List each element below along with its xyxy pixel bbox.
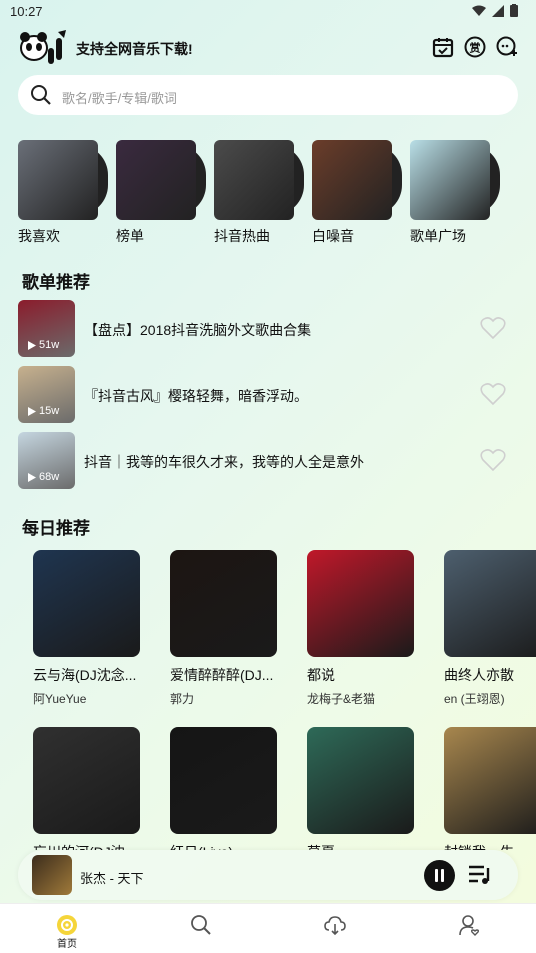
song-artist: 郭力 <box>170 692 195 706</box>
playlist-title: 『抖音古风』樱珞轻舞，暗香浮动。 <box>84 388 308 404</box>
playlist-row[interactable]: 15w 『抖音古风』樱珞轻舞，暗香浮动。 <box>18 366 518 432</box>
quick-link-label: 白噪音 <box>312 228 354 244</box>
app-header: 支持全网音乐下载! 赏 <box>0 28 536 68</box>
section-title-daily: 每日推荐 <box>22 519 90 538</box>
play-icon <box>28 406 36 416</box>
favorite-heart-icon[interactable] <box>480 448 506 472</box>
now-playing-title[interactable]: 张杰 - 天下 <box>80 868 144 887</box>
song-title: 爱情醉醉醉(DJ... <box>170 667 274 683</box>
wifi-icon <box>472 5 486 16</box>
quick-link-label: 歌单广场 <box>410 228 466 244</box>
status-bar: 10:27 <box>0 0 536 24</box>
playlist-cover[interactable]: 15w <box>18 366 75 423</box>
playlist-cover[interactable]: 68w <box>18 432 75 489</box>
tab-home-label: 首页 <box>57 939 77 950</box>
song-cover[interactable] <box>307 550 414 657</box>
song-title: 曲终人亦散 <box>444 667 514 683</box>
now-playing-cover[interactable] <box>32 855 72 895</box>
battery-icon <box>510 4 518 17</box>
tab-search[interactable] <box>134 904 268 953</box>
profile-icon <box>459 915 480 936</box>
song-cover[interactable] <box>33 550 140 657</box>
quick-link-label: 我喜欢 <box>18 228 60 244</box>
mini-player[interactable]: 张杰 - 天下 <box>18 850 518 900</box>
search-placeholder: 歌名/歌手/专辑/歌词 <box>62 91 177 106</box>
quick-link-cover[interactable] <box>312 140 392 220</box>
playlist-queue-icon[interactable] <box>468 864 492 886</box>
app-slogan: 支持全网音乐下载! <box>76 41 193 57</box>
daily-song-card[interactable]: 封锁我一生 <box>444 727 536 850</box>
daily-song-card[interactable]: 莫夏 <box>307 727 444 850</box>
search-icon <box>31 85 51 105</box>
favorite-heart-icon[interactable] <box>480 316 506 340</box>
calendar-check-icon[interactable] <box>432 36 454 58</box>
daily-song-card[interactable]: 云与海(DJ沈念... 阿YueYue <box>33 550 170 707</box>
daily-song-card[interactable]: 都说龙梅子&老猫 <box>307 550 444 707</box>
play-icon <box>28 340 36 350</box>
song-cover[interactable] <box>444 727 536 834</box>
quick-link-cover[interactable] <box>116 140 196 220</box>
quick-link-cover[interactable] <box>410 140 490 220</box>
tab-profile[interactable] <box>402 904 536 953</box>
song-cover[interactable] <box>444 550 536 657</box>
daily-song-card[interactable]: 忘川的河(DJ沈 <box>33 727 170 850</box>
daily-song-card[interactable]: 红日(Live) <box>170 727 307 850</box>
signal-icon <box>492 4 504 17</box>
search-bar[interactable]: 歌名/歌手/专辑/歌词 <box>18 75 518 115</box>
song-title: 封锁我一生 <box>444 842 536 850</box>
play-count-value: 68w <box>39 471 60 483</box>
svg-text:赏: 赏 <box>470 41 481 55</box>
quick-link-label: 抖音热曲 <box>214 228 270 244</box>
song-title: 忘川的河(DJ沈 <box>33 842 140 850</box>
play-count-value: 15w <box>39 405 60 417</box>
favorite-heart-icon[interactable] <box>480 382 506 406</box>
play-count: 68w <box>28 471 59 483</box>
search-icon <box>191 915 211 935</box>
daily-song-card[interactable]: 爱情醉醉醉(DJ... 郭力 <box>170 550 307 707</box>
pause-button[interactable] <box>424 860 455 891</box>
song-title: 红日(Live) <box>170 842 277 850</box>
playlist-title: 【盘点】2018抖音洗脑外文歌曲合集 <box>84 322 312 338</box>
home-icon <box>57 915 77 935</box>
song-cover[interactable] <box>33 727 140 834</box>
daily-song-card[interactable]: 曲终人亦散 en (王翊恩) <box>444 550 536 707</box>
playlist-row[interactable]: 68w 抖音｜我等的车很久才来，我等的人全是意外 <box>18 432 518 498</box>
quick-link-item[interactable]: 榜单 <box>116 140 214 246</box>
song-cover[interactable] <box>170 550 277 657</box>
song-title: 莫夏 <box>307 842 414 850</box>
song-artist: 阿YueYue <box>33 692 87 706</box>
quick-link-item[interactable]: 歌单广场 <box>410 140 508 246</box>
quick-link-cover[interactable] <box>214 140 294 220</box>
quick-link-label: 榜单 <box>116 228 144 244</box>
playlist-list: 51w 【盘点】2018抖音洗脑外文歌曲合集 15w 『抖音古风』樱珞轻舞，暗香浮动。… <box>18 300 518 498</box>
quick-links: 我喜欢 榜单 抖音热曲 白噪音 歌单广场 <box>18 140 528 246</box>
bottom-tab-bar: 首页 <box>0 903 536 953</box>
quick-link-cover[interactable] <box>18 140 98 220</box>
playlist-cover[interactable]: 51w <box>18 300 75 357</box>
section-title-playlists: 歌单推荐 <box>22 273 90 292</box>
song-title: 都说 <box>307 667 335 683</box>
song-artist: 龙梅子&老猫 <box>307 692 376 706</box>
tab-home[interactable]: 首页 <box>0 904 134 953</box>
song-cover[interactable] <box>170 727 277 834</box>
play-count: 15w <box>28 405 59 417</box>
playlist-title: 抖音｜我等的车很久才来，我等的人全是意外 <box>84 454 364 470</box>
cloud-download-icon <box>324 916 346 936</box>
play-count-value: 51w <box>39 339 60 351</box>
daily-recommend-grid: 云与海(DJ沈念... 阿YueYue 爱情醉醉醉(DJ... 郭力 都说 龙梅子&老猫曲… <box>33 550 536 850</box>
song-title: 云与海(DJ沈念... <box>33 667 137 683</box>
quick-link-item[interactable]: 白噪音 <box>312 140 410 246</box>
panda-logo-icon <box>20 30 66 64</box>
tab-download[interactable] <box>268 904 402 953</box>
add-chat-icon[interactable] <box>496 36 518 58</box>
playlist-row[interactable]: 51w 【盘点】2018抖音洗脑外文歌曲合集 <box>18 300 518 366</box>
play-count: 51w <box>28 339 59 351</box>
song-cover[interactable] <box>307 727 414 834</box>
status-time: 10:27 <box>10 4 43 19</box>
reward-icon[interactable]: 赏 <box>464 36 486 58</box>
quick-link-item[interactable]: 抖音热曲 <box>214 140 312 246</box>
quick-link-item[interactable]: 我喜欢 <box>18 140 116 246</box>
play-icon <box>28 472 36 482</box>
song-artist: en (王翊恩) <box>444 692 505 706</box>
